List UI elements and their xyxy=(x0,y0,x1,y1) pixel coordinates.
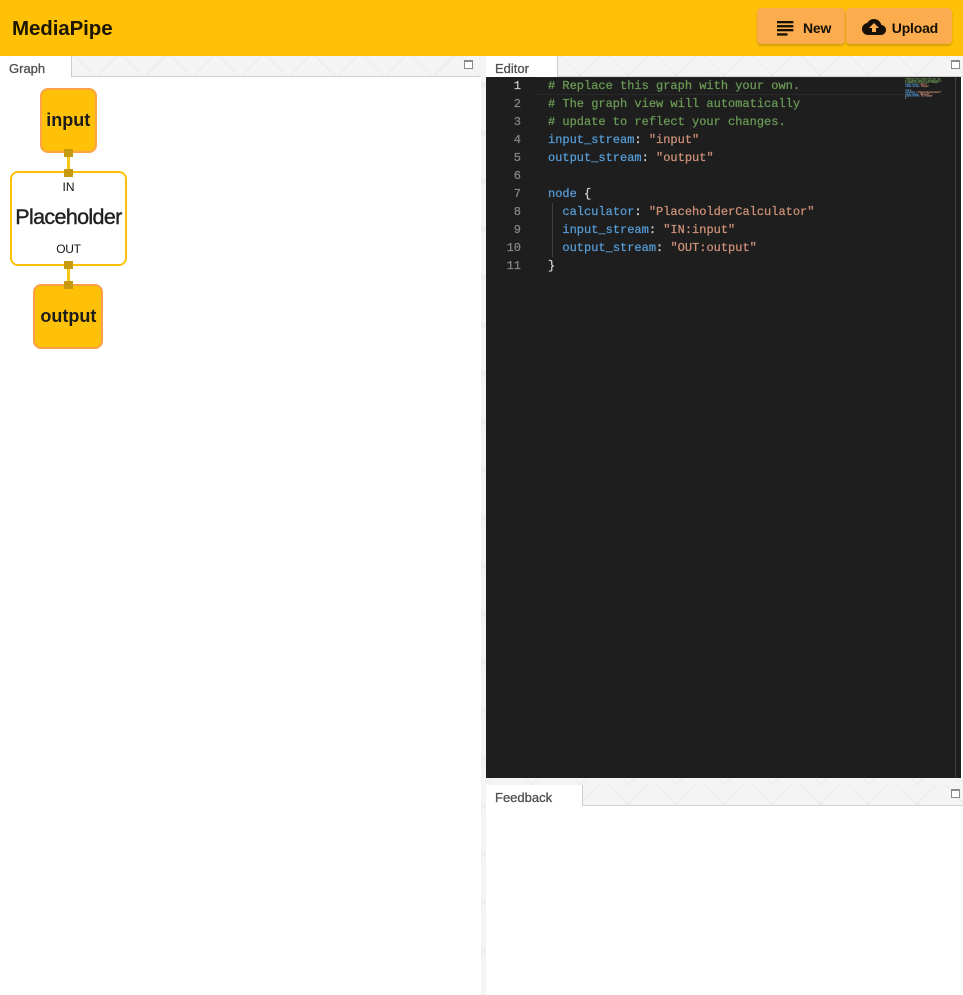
svg-text:output_stream: "output": output_stream: "output" xyxy=(905,85,930,88)
svg-text:output_stream: "OUT:output": output_stream: "OUT:output" xyxy=(905,95,934,98)
